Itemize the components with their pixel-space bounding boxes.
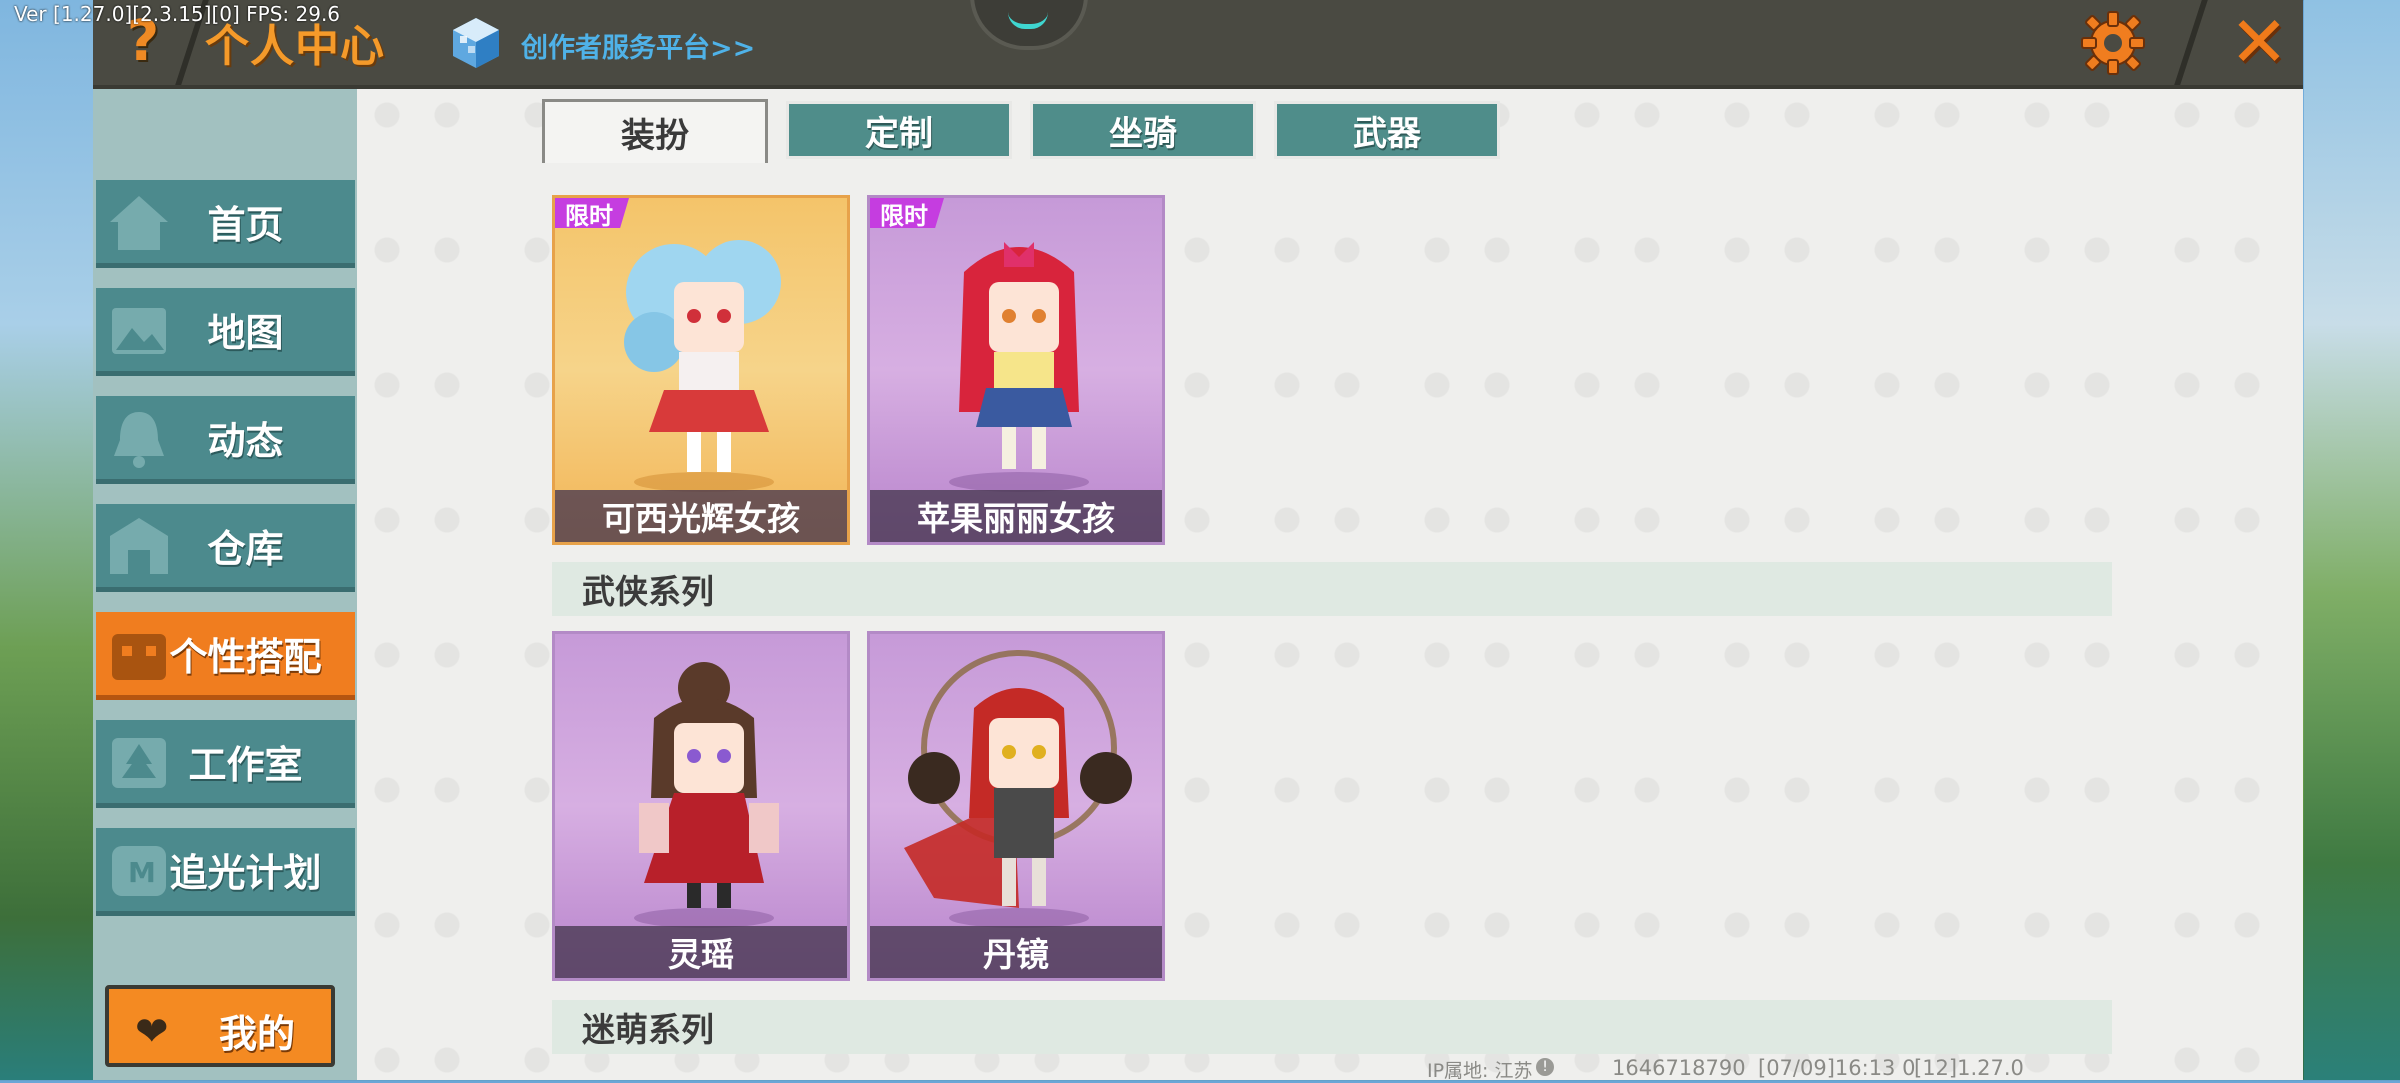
character-figure-image <box>624 240 781 492</box>
info-icon[interactable]: ! <box>1536 1058 1554 1076</box>
build-text: [12]1.27.0 <box>1914 1056 2024 1080</box>
sidebar-item-activity[interactable]: 动态 <box>96 396 355 484</box>
outfit-name: 灵瑶 <box>555 926 847 978</box>
version-fps-text: Ver [1.27.0][2.3.15][0] FPS: 29.6 <box>14 2 341 26</box>
top-bar: ? 个人中心 创作者服务平台>> ✕ <box>93 0 2303 89</box>
creator-platform-link[interactable]: 创作者服务平台>> <box>521 26 755 65</box>
ip-location-text: IP属地: 江苏 <box>1427 1060 1533 1082</box>
outfit-card[interactable]: 灵瑶 <box>552 631 850 981</box>
character-figure-image <box>904 650 1132 928</box>
tab-weapon[interactable]: 武器 <box>1274 101 1500 159</box>
outfit-card[interactable]: 限时 可西光辉女孩 <box>552 195 850 545</box>
close-x-icon: ✕ <box>2229 1 2289 83</box>
background-scenery-right <box>2304 0 2400 1080</box>
section-title: 迷萌系列 <box>582 1010 714 1049</box>
close-button[interactable]: ✕ <box>2223 1 2295 83</box>
sidebar-item-label: 个性搭配 <box>169 635 322 679</box>
creator-cube-icon <box>453 18 499 68</box>
outfit-card[interactable]: 丹镜 <box>867 631 1165 981</box>
heart-icon: ❤ <box>135 1009 169 1055</box>
limited-time-badge: 限时 <box>555 198 629 228</box>
character-figure-image <box>634 662 779 928</box>
sidebar-item-label: 追光计划 <box>169 851 322 895</box>
sidebar-item-warehouse[interactable]: 仓库 <box>96 504 355 592</box>
content-area[interactable]: 装扮 定制 坐骑 武器 限时 可西光辉女孩 限时 苹果丽丽女孩 武侠系列 灵瑶 … <box>357 85 2303 1080</box>
sidebar-item-label: 动态 <box>207 419 284 463</box>
sidebar-item-map[interactable]: 地图 <box>96 288 355 376</box>
gear-icon[interactable] <box>2078 8 2148 78</box>
mine-button-label: 我的 <box>219 1012 296 1056</box>
tab-mount[interactable]: 坐骑 <box>1030 101 1256 159</box>
divider <box>2174 0 2208 85</box>
section-header: 武侠系列 <box>552 562 2112 616</box>
outfit-name: 可西光辉女孩 <box>555 490 847 542</box>
background-scenery-left <box>0 0 95 1080</box>
tab-custom[interactable]: 定制 <box>786 101 1012 159</box>
section-title: 武侠系列 <box>582 572 714 611</box>
sidebar-item-home[interactable]: 首页 <box>96 180 355 268</box>
timestamp-text: [07/09]16:13 0 <box>1758 1056 1916 1080</box>
sidebar-item-label: 工作室 <box>188 743 303 787</box>
sidebar-item-outfit[interactable]: 个性搭配 <box>96 612 355 700</box>
sidebar-item-studio[interactable]: 工作室 <box>96 720 355 808</box>
sidebar-item-label: 首页 <box>207 203 284 247</box>
outfit-name: 丹镜 <box>870 926 1162 978</box>
sidebar-item-label: 地图 <box>207 311 284 355</box>
sidebar-item-label: 仓库 <box>207 527 284 571</box>
sidebar-item-spotlight[interactable]: M 追光计划 <box>96 828 355 916</box>
outfit-name: 苹果丽丽女孩 <box>870 490 1162 542</box>
mine-button[interactable]: ❤ 我的 <box>105 985 335 1067</box>
sidebar: 首页 地图 动态 仓库 个性搭配 工作室 M 追光计划 ❤ 我的 <box>93 85 357 1080</box>
tab-dress-up[interactable]: 装扮 <box>542 99 768 163</box>
limited-time-badge: 限时 <box>870 198 944 228</box>
user-id-text: 1646718790 <box>1612 1056 1746 1080</box>
outfit-card[interactable]: 限时 苹果丽丽女孩 <box>867 195 1165 545</box>
top-notch-ornament <box>970 0 1088 50</box>
section-header: 迷萌系列 <box>552 1000 2112 1054</box>
character-figure-image <box>949 242 1089 492</box>
